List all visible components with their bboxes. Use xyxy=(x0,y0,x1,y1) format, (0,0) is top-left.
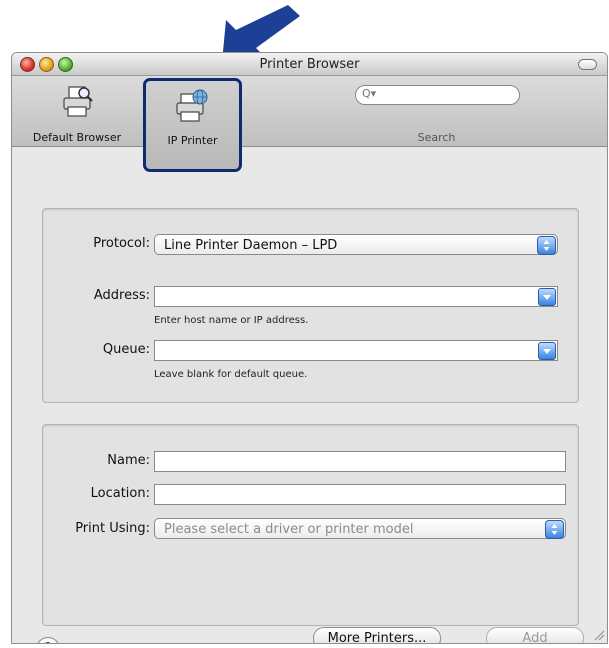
protocol-label: Protocol: xyxy=(93,236,150,251)
name-label: Name: xyxy=(107,453,150,468)
title-bar: Printer Browser xyxy=(12,53,607,76)
location-field[interactable] xyxy=(154,484,566,505)
location-label: Location: xyxy=(90,486,150,501)
search-input[interactable]: Q▾ xyxy=(355,85,520,105)
add-button[interactable]: Add xyxy=(486,627,584,643)
printer-browser-window: Printer Browser Default Browser IP Print… xyxy=(11,52,608,644)
printer-details-group: Name: Location: Print Using: Please sele… xyxy=(42,424,579,626)
print-using-label: Print Using: xyxy=(75,521,150,536)
protocol-value: Line Printer Daemon – LPD xyxy=(164,238,338,253)
address-hint: Enter host name or IP address. xyxy=(154,315,309,326)
search-magnifier-icon: Q▾ xyxy=(362,87,377,100)
print-using-value: Please select a driver or printer model xyxy=(164,522,414,537)
print-using-select[interactable]: Please select a driver or printer model xyxy=(154,518,566,539)
printer-search-icon xyxy=(63,86,93,117)
ip-printer-tab[interactable]: IP Printer xyxy=(143,78,242,172)
default-browser-tab[interactable]: Default Browser xyxy=(12,76,142,146)
toolbar-toggle-button[interactable] xyxy=(578,59,597,70)
popup-arrows-icon xyxy=(537,236,556,255)
protocol-select[interactable]: Line Printer Daemon – LPD xyxy=(154,234,558,255)
queue-field[interactable] xyxy=(154,340,558,361)
address-field[interactable] xyxy=(154,286,558,307)
queue-hint: Leave blank for default queue. xyxy=(154,369,308,380)
ip-printer-globe-icon xyxy=(176,89,208,122)
ip-printer-label: IP Printer xyxy=(167,134,218,147)
resize-grip-icon[interactable] xyxy=(593,629,605,641)
toolbar: Default Browser IP Printer Q▾ Search xyxy=(12,76,607,172)
default-browser-label: Default Browser xyxy=(32,131,122,144)
connection-settings-group: Protocol: Line Printer Daemon – LPD Addr… xyxy=(42,208,579,403)
queue-label: Queue: xyxy=(102,342,150,357)
address-label: Address: xyxy=(93,288,150,303)
combo-dropdown-icon[interactable] xyxy=(538,288,556,306)
help-button[interactable]: ? xyxy=(36,637,60,643)
window-title: Printer Browser xyxy=(259,57,360,72)
search-label: Search xyxy=(417,131,456,144)
more-printers-button[interactable]: More Printers... xyxy=(313,627,441,643)
combo-dropdown-icon[interactable] xyxy=(538,342,556,360)
name-field[interactable] xyxy=(154,451,566,472)
popup-arrows-icon xyxy=(545,520,564,539)
